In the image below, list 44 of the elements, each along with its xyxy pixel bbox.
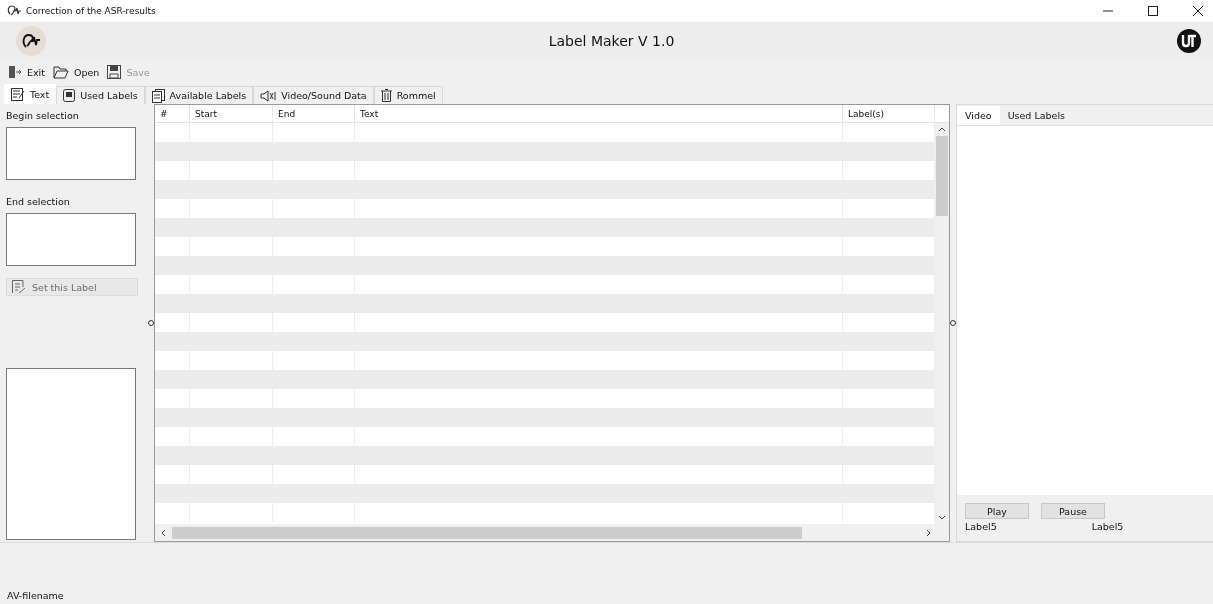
ear-icon xyxy=(7,5,21,17)
begin-selection-field[interactable] xyxy=(6,127,136,180)
toolbar-button[interactable]: Open xyxy=(53,65,100,79)
tab[interactable]: Video xyxy=(957,106,1000,125)
university-logo xyxy=(1177,29,1201,53)
maximize-icon[interactable] xyxy=(1148,6,1158,16)
column-header[interactable]: Start xyxy=(190,105,273,122)
column-header[interactable]: End xyxy=(273,105,355,122)
tab[interactable]: Text xyxy=(4,84,57,104)
label-icon xyxy=(12,280,26,294)
column-header[interactable]: Label(s) xyxy=(843,105,935,122)
tab[interactable]: Rommel xyxy=(373,86,443,104)
document-icon xyxy=(63,89,76,102)
begin-selection-label: Begin selection xyxy=(6,110,80,121)
tab[interactable]: Used Labels xyxy=(56,86,145,104)
folder-icon xyxy=(53,65,69,79)
column-header[interactable]: # xyxy=(155,105,190,122)
notepad-icon xyxy=(11,88,25,101)
text-area[interactable] xyxy=(6,368,136,540)
end-selection-label: End selection xyxy=(6,196,71,207)
splitter-handle[interactable] xyxy=(950,320,956,326)
status-label: Label5 xyxy=(1091,521,1124,532)
vertical-scrollbar[interactable] xyxy=(935,123,949,524)
window-title: Correction of the ASR-results xyxy=(26,6,156,16)
save-icon xyxy=(107,65,122,79)
speaker-icon xyxy=(260,89,277,102)
exit-icon xyxy=(8,65,22,79)
splitter-handle[interactable] xyxy=(148,320,154,326)
trash-icon xyxy=(380,89,392,102)
scrollbar-thumb[interactable] xyxy=(936,136,948,216)
scrollbar-thumb[interactable] xyxy=(172,526,802,539)
horizontal-scrollbar[interactable] xyxy=(155,524,949,541)
tab[interactable]: Video/Sound Data xyxy=(253,86,374,104)
app-title: Label Maker V 1.0 xyxy=(548,33,675,49)
media-button[interactable]: Play xyxy=(965,503,1029,519)
filename-label: AV-filename xyxy=(7,590,64,601)
tab[interactable]: Available Labels xyxy=(144,86,254,104)
end-selection-field[interactable] xyxy=(6,213,136,266)
media-button[interactable]: Pause xyxy=(1041,503,1105,519)
ear-logo xyxy=(16,26,46,56)
close-icon[interactable] xyxy=(1193,6,1203,16)
column-header[interactable]: Text xyxy=(355,105,843,122)
toolbar-button[interactable]: Exit xyxy=(8,65,45,79)
status-label: Label5 xyxy=(965,521,997,532)
